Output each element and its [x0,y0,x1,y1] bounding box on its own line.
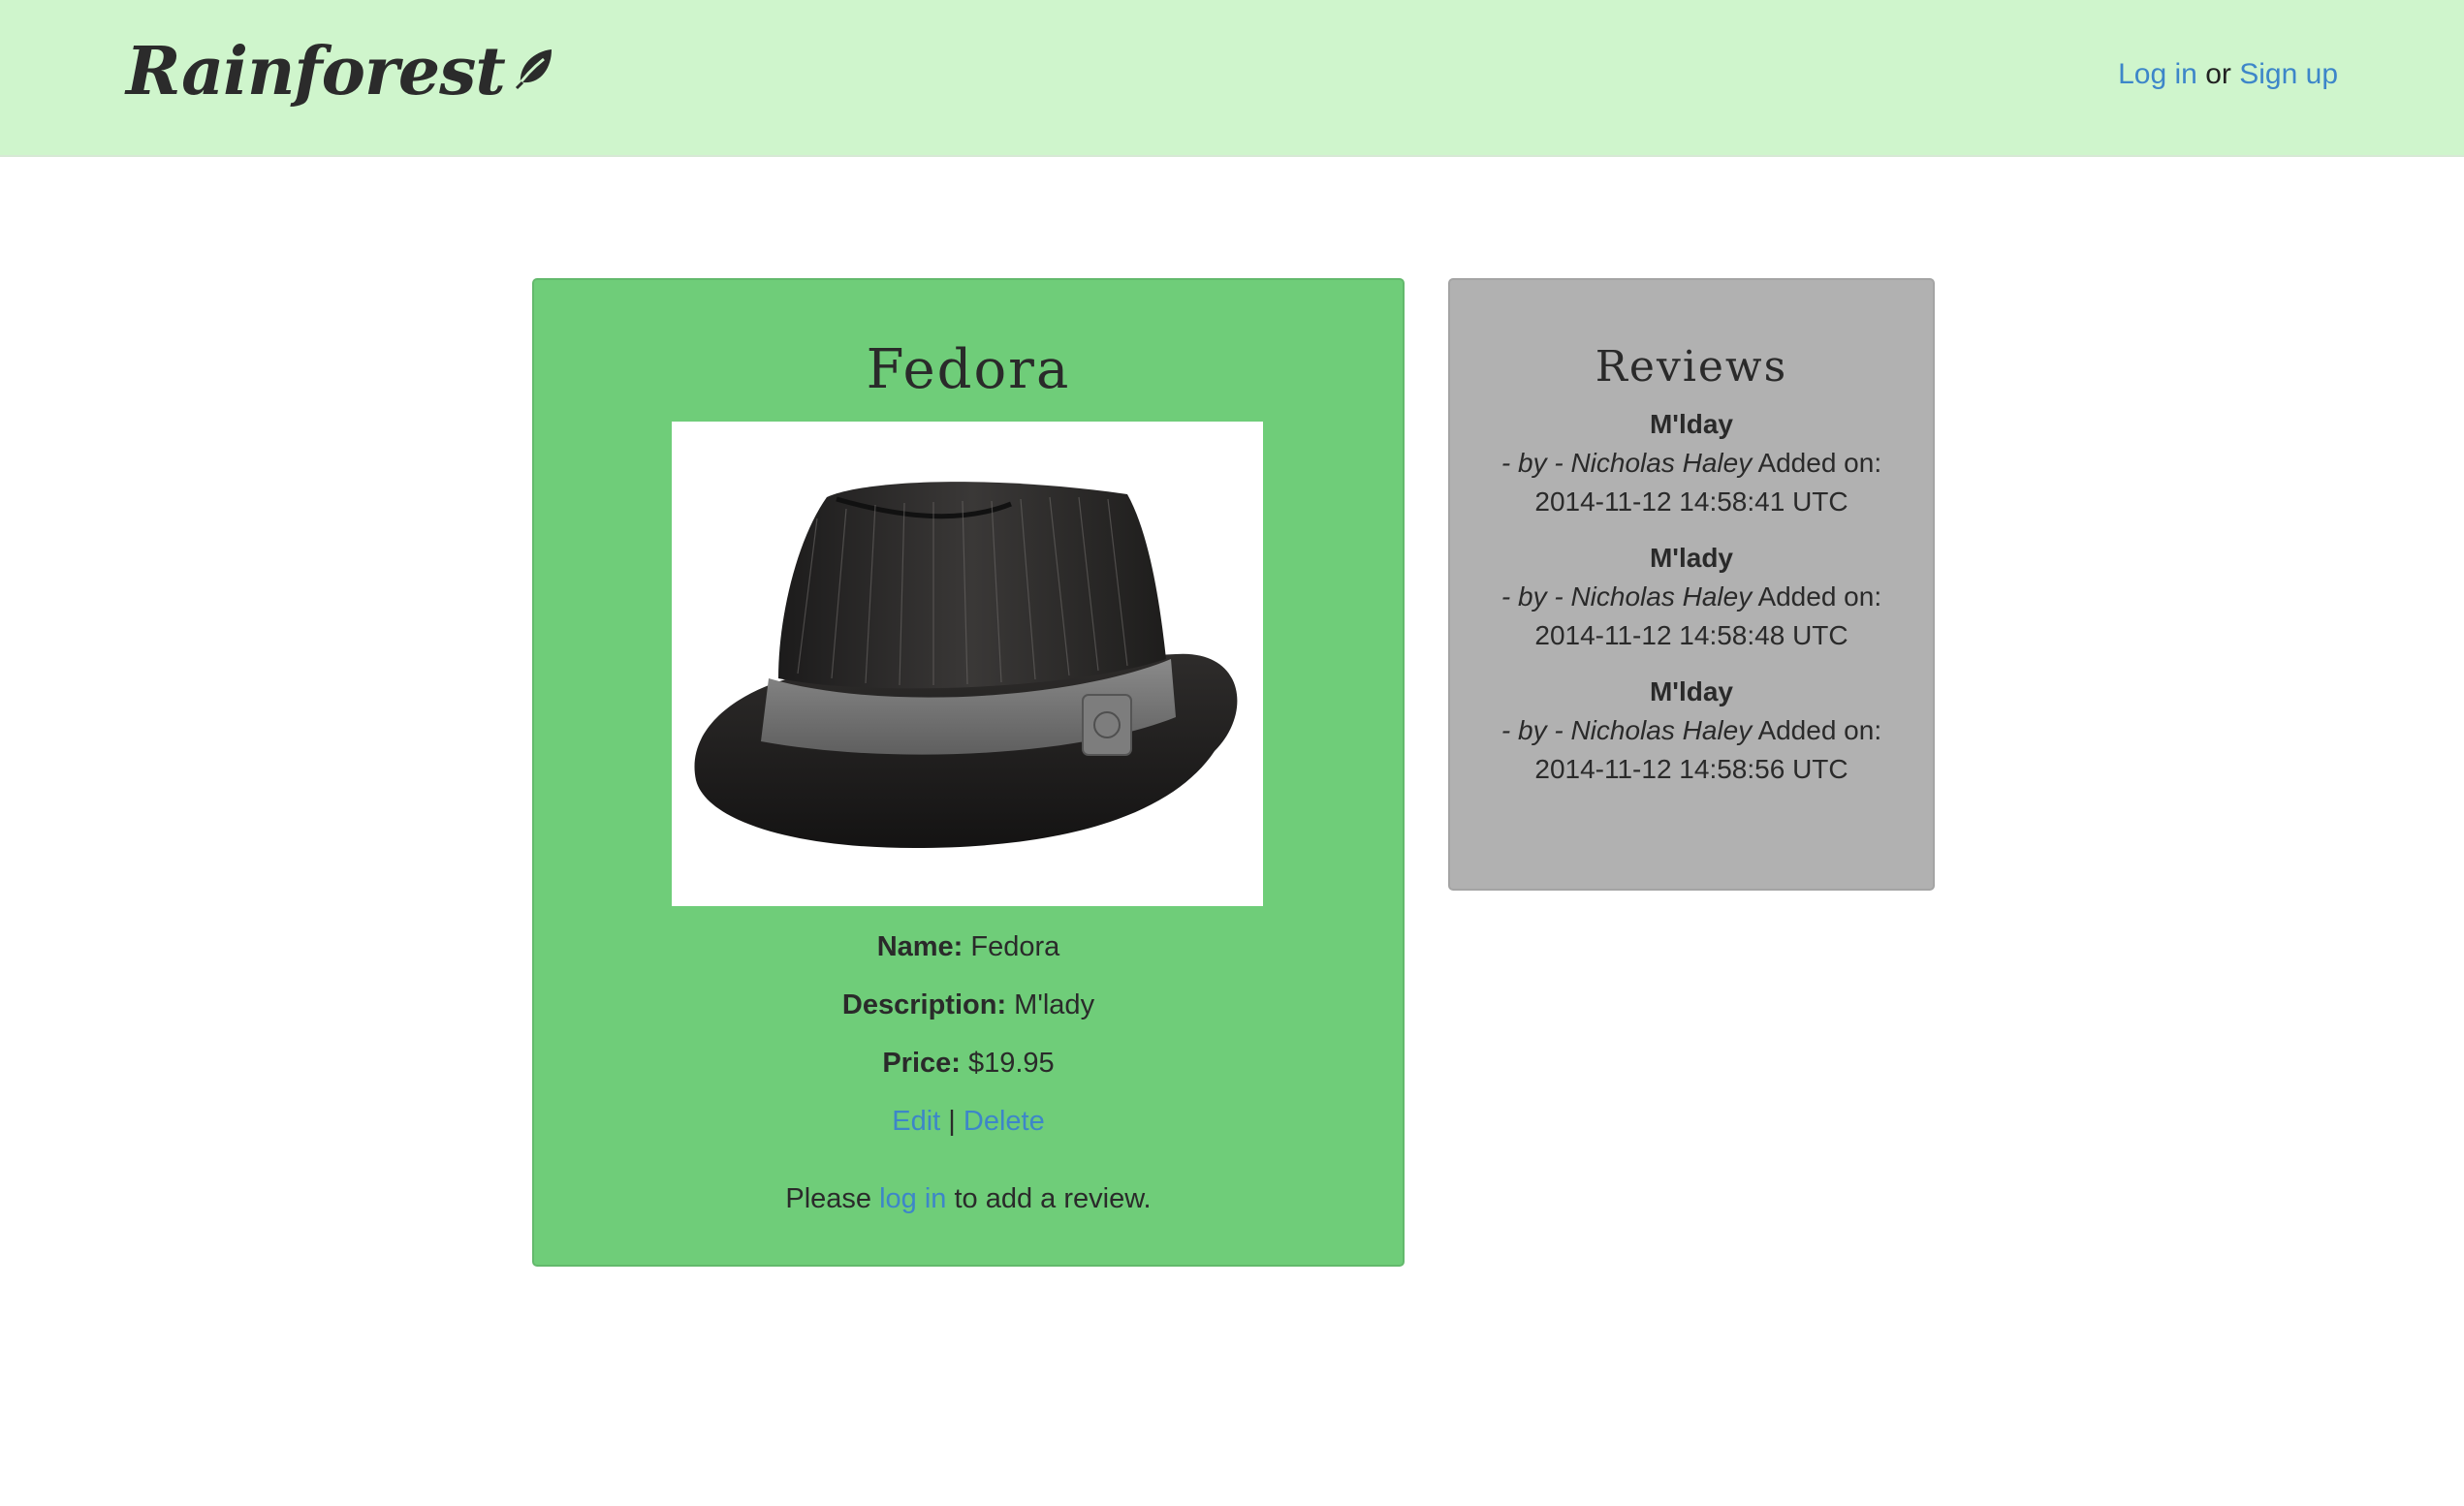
review-item: M'lday - by - Nicholas Haley Added on: 2… [1450,405,1933,521]
brand-name: Rainforest [126,33,506,110]
review-author: - by - Nicholas Haley [1501,581,1753,612]
actions-separator: | [948,1106,956,1137]
signup-link[interactable]: Sign up [2239,58,2338,90]
edit-link[interactable]: Edit [892,1106,940,1137]
review-date: 2014-11-12 14:58:56 UTC [1534,754,1848,784]
product-title: Fedora [866,338,1071,401]
review-added-label: Added on: [1757,581,1882,612]
product-image-fedora [672,422,1263,906]
review-added-label: Added on: [1757,448,1882,478]
name-label: Name: [876,931,963,962]
review-item: M'lady - by - Nicholas Haley Added on: 2… [1450,539,1933,655]
review-login-prompt: Please log in to add a review. [534,1181,1403,1216]
actions-row: Edit | Delete [534,1104,1403,1139]
review-added-label: Added on: [1757,715,1882,745]
price-label: Price: [882,1048,961,1079]
top-navbar: Rainforest Log in or Sign up [0,0,2464,157]
review-title: M'lady [1649,543,1733,573]
description-row: Description: M'lady [534,988,1403,1022]
delete-link[interactable]: Delete [963,1106,1045,1137]
review-title: M'lday [1649,676,1733,706]
or-text: or [2205,58,2231,90]
reviews-title: Reviews [1595,342,1788,392]
review-item: M'lday - by - Nicholas Haley Added on: 2… [1450,673,1933,789]
description-value: M'lady [1014,989,1095,1020]
review-date: 2014-11-12 14:58:41 UTC [1534,486,1848,517]
prompt-text-after: to add a review. [954,1183,1152,1214]
price-row: Price: $19.95 [534,1046,1403,1081]
prompt-text-before: Please [785,1183,872,1214]
auth-links: Log in or Sign up [2118,58,2338,91]
product-panel: Fedora Name: Fedora Description: M'lady … [532,278,1405,1267]
description-label: Description: [841,989,1007,1020]
name-value: Fedora [970,931,1060,962]
product-details: Name: Fedora Description: M'lady Price: … [534,929,1403,1239]
leaf-icon [515,29,555,107]
reviews-panel: Reviews M'lday - by - Nicholas Haley Add… [1448,278,1935,891]
review-title: M'lday [1649,409,1733,439]
review-date: 2014-11-12 14:58:48 UTC [1534,620,1848,650]
brand-logo[interactable]: Rainforest [126,29,555,110]
name-row: Name: Fedora [534,929,1403,964]
prompt-login-link[interactable]: log in [879,1183,946,1214]
review-author: - by - Nicholas Haley [1501,448,1753,478]
price-value: $19.95 [967,1048,1055,1079]
login-link[interactable]: Log in [2118,58,2197,90]
review-author: - by - Nicholas Haley [1501,715,1753,745]
